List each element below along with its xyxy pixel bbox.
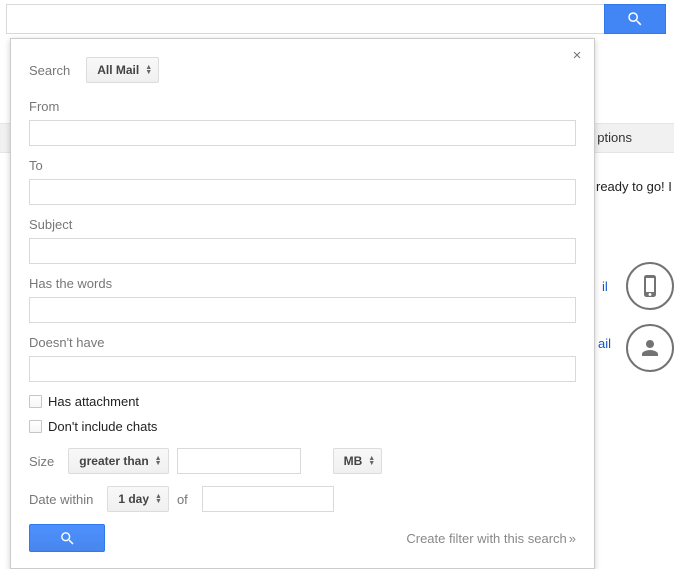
date-of-label: of bbox=[177, 492, 188, 507]
from-label: From bbox=[29, 99, 576, 114]
search-scope-label: Search bbox=[29, 63, 70, 78]
has-attachment-checkbox[interactable] bbox=[29, 395, 42, 408]
create-filter-link-text: Create filter with this search bbox=[406, 531, 566, 546]
has-words-label: Has the words bbox=[29, 276, 576, 291]
size-comparator-dropdown[interactable]: greater than ▲▼ bbox=[68, 448, 168, 474]
date-of-input[interactable] bbox=[202, 486, 334, 512]
mobile-icon[interactable] bbox=[626, 262, 674, 310]
sort-arrows-icon: ▲▼ bbox=[145, 65, 152, 75]
size-unit-dropdown[interactable]: MB ▲▼ bbox=[333, 448, 383, 474]
search-icon bbox=[626, 10, 644, 28]
sort-arrows-icon: ▲▼ bbox=[155, 494, 162, 504]
size-unit-selected: MB bbox=[344, 454, 363, 468]
dont-include-chats-checkbox[interactable] bbox=[29, 420, 42, 433]
date-within-dropdown[interactable]: 1 day ▲▼ bbox=[107, 486, 169, 512]
date-within-label: Date within bbox=[29, 492, 93, 507]
to-label: To bbox=[29, 158, 576, 173]
background-link-fragment-2: ail bbox=[598, 336, 611, 351]
has-attachment-label: Has attachment bbox=[48, 394, 139, 409]
subject-label: Subject bbox=[29, 217, 576, 232]
raquo-icon: » bbox=[569, 531, 576, 546]
search-scope-dropdown[interactable]: All Mail ▲▼ bbox=[86, 57, 159, 83]
search-scope-selected: All Mail bbox=[97, 63, 139, 77]
size-label: Size bbox=[29, 454, 54, 469]
doesnt-have-input[interactable] bbox=[29, 356, 576, 382]
doesnt-have-label: Doesn't have bbox=[29, 335, 576, 350]
top-search-input[interactable] bbox=[6, 4, 604, 34]
sort-arrows-icon: ▲▼ bbox=[368, 456, 375, 466]
advanced-search-submit-button[interactable] bbox=[29, 524, 105, 552]
sort-arrows-icon: ▲▼ bbox=[155, 456, 162, 466]
background-link-fragment-1: il bbox=[602, 279, 608, 294]
person-icon[interactable] bbox=[626, 324, 674, 372]
top-search-bar bbox=[6, 4, 666, 34]
background-ready-fragment: ready to go! I bbox=[596, 179, 672, 194]
has-words-input[interactable] bbox=[29, 297, 576, 323]
dont-include-chats-label: Don't include chats bbox=[48, 419, 157, 434]
close-icon[interactable]: × bbox=[570, 49, 584, 63]
background-options-fragment: ptions bbox=[597, 130, 632, 145]
create-filter-link[interactable]: Create filter with this search» bbox=[406, 531, 576, 546]
to-input[interactable] bbox=[29, 179, 576, 205]
date-within-selected: 1 day bbox=[118, 492, 149, 506]
top-search-button[interactable] bbox=[604, 4, 666, 34]
subject-input[interactable] bbox=[29, 238, 576, 264]
size-comparator-selected: greater than bbox=[79, 454, 148, 468]
from-input[interactable] bbox=[29, 120, 576, 146]
advanced-search-panel: × Search All Mail ▲▼ From To Subject Has… bbox=[10, 38, 595, 569]
size-value-input[interactable] bbox=[177, 448, 301, 474]
search-icon bbox=[59, 530, 76, 547]
